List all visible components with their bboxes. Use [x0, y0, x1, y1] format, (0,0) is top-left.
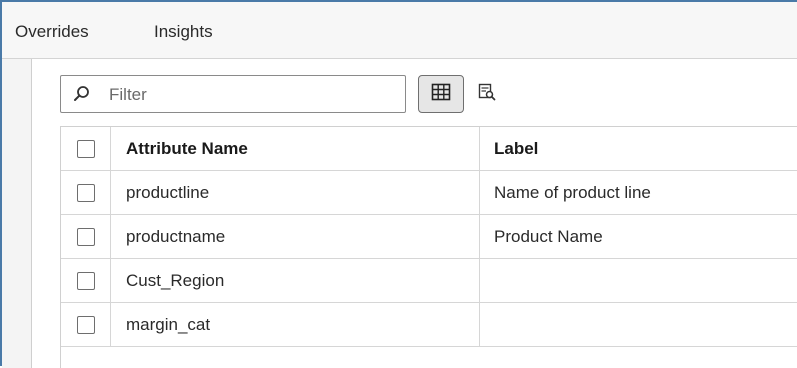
tab-overrides[interactable]: Overrides — [15, 22, 89, 42]
attributes-table: Attribute Name Label productline Name of… — [60, 126, 797, 368]
row-checkbox[interactable] — [76, 183, 95, 202]
attribute-name-text: productline — [126, 182, 210, 202]
row-checkbox-cell — [61, 303, 111, 346]
row-checkbox[interactable] — [76, 315, 95, 334]
attribute-name-cell[interactable]: productline — [111, 171, 480, 214]
table-row[interactable]: margin_cat — [61, 303, 797, 347]
filter-box[interactable] — [60, 75, 406, 113]
select-all-cell — [61, 127, 111, 170]
left-rail — [2, 59, 32, 368]
row-checkbox[interactable] — [76, 271, 95, 290]
select-all-checkbox[interactable] — [76, 139, 95, 158]
table-row[interactable]: productname Product Name — [61, 215, 797, 259]
label-text: Name of product line — [494, 182, 651, 202]
attribute-name-cell[interactable]: productname — [111, 215, 480, 258]
filter-input[interactable] — [109, 84, 389, 106]
tab-bar: Overrides Insights — [2, 2, 797, 59]
table-header-row: Attribute Name Label — [61, 127, 797, 171]
table-row[interactable]: Cust_Region — [61, 259, 797, 303]
column-header-attribute-name[interactable]: Attribute Name — [111, 127, 480, 170]
search-icon — [73, 85, 91, 103]
label-cell[interactable] — [480, 303, 797, 346]
attribute-name-text: margin_cat — [126, 314, 211, 334]
row-checkbox-cell — [61, 171, 111, 214]
grid-view-icon — [431, 83, 451, 106]
window-frame: Overrides Insights Filter Attribute Name… — [0, 0, 797, 368]
label-cell[interactable]: Product Name — [480, 215, 797, 258]
row-checkbox-cell — [61, 259, 111, 302]
column-header-label[interactable]: Label — [480, 127, 797, 170]
label-cell[interactable]: Name of product line — [480, 171, 797, 214]
attribute-name-text: Cust_Region — [126, 270, 225, 290]
attribute-name-cell[interactable]: Cust_Region — [111, 259, 480, 302]
label-cell[interactable] — [480, 259, 797, 302]
table-row[interactable]: productline Name of product line — [61, 171, 797, 215]
detail-view-button[interactable] — [464, 75, 510, 113]
detail-view-icon — [478, 83, 496, 106]
grid-view-button[interactable] — [418, 75, 464, 113]
attribute-name-cell[interactable]: margin_cat — [111, 303, 480, 346]
attribute-name-text: productname — [126, 226, 226, 246]
tab-insights[interactable]: Insights — [154, 22, 213, 42]
row-checkbox-cell — [61, 215, 111, 258]
row-checkbox[interactable] — [76, 227, 95, 246]
label-text: Product Name — [494, 226, 603, 246]
